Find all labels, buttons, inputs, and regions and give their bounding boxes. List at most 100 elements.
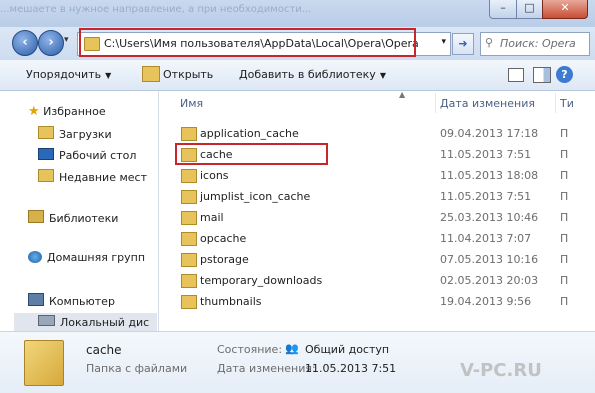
column-header-name[interactable]: Имя (180, 97, 203, 110)
sidebar-item-label: Избранное (43, 105, 106, 118)
file-row[interactable]: pstorage 07.05.2013 10:16 П (159, 249, 595, 270)
file-type: П (560, 211, 569, 224)
maximize-button[interactable]: □ (516, 0, 543, 19)
address-dropdown-icon[interactable]: ▾ (441, 37, 446, 47)
organize-button[interactable]: Упорядочить ▼ (26, 68, 111, 81)
folder-icon (181, 274, 197, 288)
file-row[interactable]: application_cache 09.04.2013 17:18 П (159, 123, 595, 144)
close-button[interactable]: ✕ (542, 0, 588, 19)
computer-icon (28, 293, 44, 306)
file-row[interactable]: jumplist_icon_cache 11.05.2013 7:51 П (159, 186, 595, 207)
disk-icon (38, 315, 55, 326)
sidebar-item-local-disk[interactable]: Локальный дис (38, 315, 149, 329)
sidebar-item-homegroup[interactable]: Домашняя групп (28, 251, 145, 264)
column-header-type[interactable]: Ти (560, 97, 574, 110)
folder-icon (181, 295, 197, 309)
chevron-down-icon: ▼ (105, 71, 112, 80)
column-separator[interactable] (435, 93, 436, 113)
file-type: П (560, 190, 569, 203)
column-header-date[interactable]: Дата изменения (440, 97, 535, 110)
search-icon: ⚲ (485, 36, 494, 49)
shared-users-icon: 👥 (285, 342, 299, 355)
history-dropdown-icon[interactable]: ▾ (64, 35, 69, 45)
file-row[interactable]: thumbnails 19.04.2013 9:56 П (159, 291, 595, 312)
file-date: 11.04.2013 7:07 (440, 232, 532, 245)
sidebar-item-recent[interactable]: Недавние мест (38, 169, 147, 184)
sidebar-item-label: Загрузки (59, 128, 112, 141)
sidebar-item-label: Библиотеки (49, 212, 119, 225)
file-name: application_cache (200, 127, 299, 140)
file-date: 25.03.2013 10:46 (440, 211, 539, 224)
command-bar: Упорядочить ▼ Открыть Добавить в библиоте… (0, 60, 595, 91)
preview-pane-icon[interactable] (533, 67, 551, 83)
refresh-button[interactable]: ➜ (452, 33, 474, 55)
add-to-library-button[interactable]: Добавить в библиотеку ▼ (239, 68, 386, 81)
back-button[interactable]: ‹ (12, 30, 38, 56)
file-row[interactable]: mail 25.03.2013 10:46 П (159, 207, 595, 228)
minimize-button[interactable]: – (489, 0, 517, 19)
file-row[interactable]: temporary_downloads 02.05.2013 20:03 П (159, 270, 595, 291)
column-separator[interactable] (555, 93, 556, 113)
file-type: П (560, 148, 569, 161)
organize-label: Упорядочить (26, 68, 102, 81)
file-name: opcache (200, 232, 247, 245)
file-row[interactable]: icons 11.05.2013 18:08 П (159, 165, 595, 186)
star-icon: ★ (28, 104, 40, 119)
file-date: 11.05.2013 18:08 (440, 169, 539, 182)
file-type: П (560, 253, 569, 266)
folder-icon (181, 211, 197, 225)
add-to-library-label: Добавить в библиотеку (239, 68, 376, 81)
file-name: temporary_downloads (200, 274, 323, 287)
sort-arrow-icon: ▲ (399, 91, 406, 99)
help-icon[interactable]: ? (556, 66, 573, 83)
sidebar-item-downloads[interactable]: Загрузки (38, 126, 112, 141)
search-placeholder: Поиск: Opera (500, 37, 576, 50)
homegroup-icon (28, 251, 42, 263)
sidebar-item-favorites[interactable]: ★ Избранное (28, 104, 106, 119)
file-date: 09.04.2013 17:18 (440, 127, 539, 140)
file-row[interactable]: opcache 11.04.2013 7:07 П (159, 228, 595, 249)
file-type: П (560, 232, 569, 245)
watermark: V-PC.RU (460, 360, 542, 381)
maximize-icon: □ (524, 1, 535, 14)
sidebar-item-desktop[interactable]: Рабочий стол (38, 148, 136, 162)
recent-places-icon (38, 169, 54, 182)
cache-highlight-box (175, 143, 328, 165)
search-input[interactable]: ⚲ Поиск: Opera (480, 32, 590, 56)
sidebar-item-libraries[interactable]: Библиотеки (28, 210, 118, 225)
folder-icon (38, 126, 54, 139)
folder-icon (181, 127, 197, 141)
file-date: 02.05.2013 20:03 (440, 274, 539, 287)
file-name: thumbnails (200, 295, 262, 308)
folder-icon (181, 253, 197, 267)
sidebar-item-label: Локальный дис (60, 316, 150, 329)
library-icon (28, 210, 44, 223)
sidebar-item-computer[interactable]: Компьютер (28, 293, 115, 308)
forward-button[interactable]: › (38, 30, 64, 56)
sidebar-item-label: Недавние мест (59, 171, 147, 184)
desktop-icon (38, 148, 54, 160)
folder-icon (181, 232, 197, 246)
file-type: П (560, 295, 569, 308)
details-name: cache (86, 343, 122, 357)
sidebar-item-label: Рабочий стол (59, 149, 137, 162)
file-date: 07.05.2013 10:16 (440, 253, 539, 266)
file-name: mail (200, 211, 224, 224)
details-state-value: Общий доступ (305, 343, 390, 356)
open-label: Открыть (163, 68, 214, 81)
window-titlebar: ...мешаете в нужное направление, а при н… (0, 0, 595, 27)
large-folder-icon (24, 340, 64, 386)
details-type: Папка с файлами (86, 362, 188, 375)
details-date-label: Дата изменения: (217, 362, 316, 375)
file-date: 11.05.2013 7:51 (440, 148, 532, 161)
open-button[interactable]: Открыть (163, 68, 213, 81)
sidebar-item-label: Домашняя групп (47, 251, 146, 264)
file-type: П (560, 274, 569, 287)
view-options-icon[interactable] (508, 68, 524, 82)
file-type: П (560, 127, 569, 140)
open-icon (142, 66, 160, 82)
folder-icon (181, 169, 197, 183)
file-name: icons (200, 169, 229, 182)
file-type: П (560, 169, 569, 182)
chevron-down-icon: ▼ (379, 71, 386, 80)
